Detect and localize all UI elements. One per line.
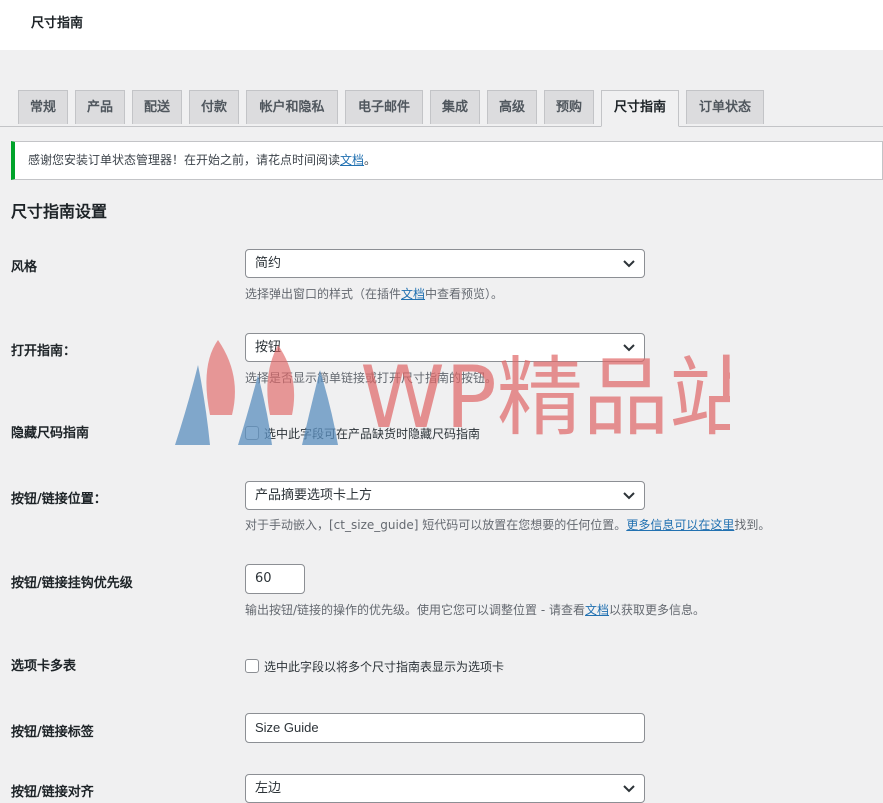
settings-tabs: 常规 产品 配送 付款 帐户和隐私 电子邮件 集成 高级 预购 尺寸指南 订单状… — [0, 90, 883, 127]
chevron-down-icon — [623, 260, 635, 268]
style-desc-text: 选择弹出窗口的样式（在插件 — [245, 287, 402, 301]
button-align-label: 按钮/链接对齐 — [11, 785, 94, 800]
button-align-select[interactable]: 左边 — [245, 774, 645, 803]
button-position-description: 对于手动嵌入，[ct_size_guide] 短代码可以放置在您想要的任何位置。… — [245, 516, 770, 533]
hide-guide-label: 隐藏尺码指南 — [11, 426, 90, 441]
more-info-link[interactable]: 更多信息可以在这里 — [626, 518, 734, 532]
hide-guide-option: 选中此字段可在产品缺货时隐藏尺码指南 — [245, 425, 480, 442]
page-header: 尺寸指南 — [0, 0, 883, 50]
chevron-down-icon — [623, 344, 635, 352]
tab-products[interactable]: 产品 — [75, 90, 125, 124]
hook-priority-desc-end: 以获取更多信息。 — [609, 603, 706, 617]
open-guide-description: 选择是否显示简单链接或打开尺寸指南的按钮。 — [245, 371, 498, 385]
hook-priority-input[interactable]: 60 — [245, 564, 305, 594]
hook-docs-link[interactable]: 文档 — [585, 603, 609, 617]
hook-priority-desc-text: 输出按钮/链接的操作的优先级。使用它您可以调整位置 - 请查看 — [245, 603, 586, 617]
chevron-down-icon — [623, 492, 635, 500]
tab-order-status[interactable]: 订单状态 — [686, 90, 764, 124]
button-position-select-value: 产品摘要选项卡上方 — [255, 488, 373, 503]
tab-size-guide[interactable]: 尺寸指南 — [601, 90, 679, 127]
multi-tables-label: 选项卡多表 — [11, 659, 77, 674]
chevron-down-icon — [623, 785, 635, 793]
open-guide-label: 打开指南： — [11, 344, 77, 359]
open-guide-select-value: 按钮 — [255, 340, 282, 355]
tab-accounts-privacy[interactable]: 帐户和隐私 — [246, 90, 338, 124]
button-position-desc-end: 找到。 — [734, 518, 771, 532]
hook-priority-description: 输出按钮/链接的操作的优先级。使用它您可以调整位置 - 请查看文档以获取更多信息… — [245, 601, 705, 618]
button-label-label: 按钮/链接标签 — [11, 725, 94, 740]
multi-tables-checkbox-label[interactable]: 选中此字段以将多个尺寸指南表显示为选项卡 — [264, 660, 504, 674]
style-docs-link[interactable]: 文档 — [401, 287, 425, 301]
notice-docs-link[interactable]: 文档 — [340, 153, 364, 167]
style-select-value: 简约 — [255, 256, 282, 271]
tab-payments[interactable]: 付款 — [189, 90, 239, 124]
button-position-label: 按钮/链接位置： — [11, 492, 107, 507]
tab-emails[interactable]: 电子邮件 — [345, 90, 423, 124]
tab-shipping[interactable]: 配送 — [132, 90, 182, 124]
button-position-desc-text: 对于手动嵌入，[ct_size_guide] 短代码可以放置在您想要的任何位置。 — [245, 518, 627, 532]
button-align-select-value: 左边 — [255, 781, 282, 796]
page-title: 尺寸指南 — [31, 16, 84, 31]
tab-integration[interactable]: 集成 — [430, 90, 480, 124]
style-label: 风格 — [11, 260, 38, 275]
section-title: 尺寸指南设置 — [11, 202, 108, 221]
hide-guide-checkbox-label[interactable]: 选中此字段可在产品缺货时隐藏尺码指南 — [264, 427, 480, 441]
button-position-select[interactable]: 产品摘要选项卡上方 — [245, 481, 645, 510]
style-desc-end: 中查看预览）。 — [425, 287, 504, 301]
notice-text: 感谢您安装订单状态管理器！在开始之前，请花点时间阅读 — [28, 153, 341, 167]
tab-general[interactable]: 常规 — [18, 90, 68, 124]
style-description: 选择弹出窗口的样式（在插件文档中查看预览）。 — [245, 285, 503, 302]
open-guide-select[interactable]: 按钮 — [245, 333, 645, 362]
notice-text-end: 。 — [364, 153, 377, 167]
hide-guide-checkbox[interactable] — [245, 426, 259, 440]
notice-banner: 感谢您安装订单状态管理器！在开始之前，请花点时间阅读文档。 — [11, 141, 883, 180]
multi-tables-checkbox[interactable] — [245, 659, 259, 673]
tab-preorders[interactable]: 预购 — [544, 90, 594, 124]
style-select[interactable]: 简约 — [245, 249, 645, 278]
hook-priority-label: 按钮/链接挂钩优先级 — [11, 576, 133, 591]
button-label-input[interactable]: Size Guide — [245, 713, 645, 743]
multi-tables-option: 选中此字段以将多个尺寸指南表显示为选项卡 — [245, 658, 504, 675]
tab-advanced[interactable]: 高级 — [487, 90, 537, 124]
